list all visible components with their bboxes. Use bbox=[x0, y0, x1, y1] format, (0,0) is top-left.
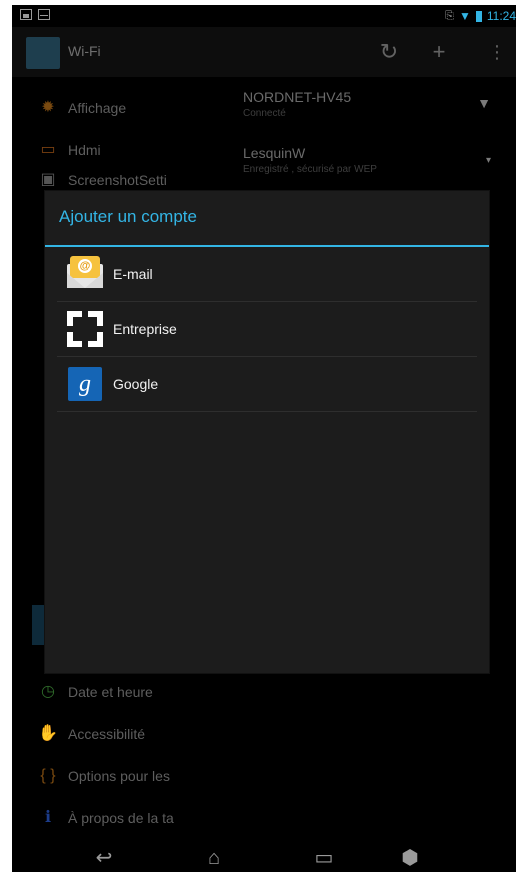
account-option-label: Google bbox=[113, 376, 159, 392]
enterprise-icon bbox=[67, 311, 103, 347]
google-icon: g bbox=[67, 366, 103, 402]
overflow-menu-icon[interactable]: ⋮ bbox=[482, 37, 512, 67]
wifi-network-item[interactable]: LesquinW Enregistré , sécurisé par WEP ▾ bbox=[243, 145, 503, 175]
recent-apps-button[interactable]: ▭ bbox=[304, 845, 344, 872]
mail-notification-icon bbox=[38, 9, 50, 20]
settings-item-date[interactable]: ◷ Date et heure bbox=[12, 671, 242, 713]
wifi-icon: ▼ bbox=[458, 9, 471, 23]
game-controller-button[interactable]: ⬢ bbox=[390, 845, 430, 872]
settings-item-developer[interactable]: { } Options pour les bbox=[12, 755, 242, 797]
account-option-google[interactable]: g Google bbox=[57, 357, 477, 412]
account-type-list: @ E-mail Entreprise g Google bbox=[57, 247, 477, 412]
hand-icon: ✋ bbox=[38, 725, 58, 742]
account-option-label: Entreprise bbox=[113, 321, 177, 337]
hdmi-icon: ▭ bbox=[40, 141, 56, 158]
settings-item-hdmi[interactable]: ▭ Hdmi bbox=[12, 129, 242, 171]
settings-item-about[interactable]: ℹ À propos de la ta bbox=[12, 797, 242, 839]
dialog-title: Ajouter un compte bbox=[59, 207, 197, 226]
android-screen: ⎘ ▼ 11:24 Wi-Fi ↻ + ⋮ ✹ Affichage ▭ Hdmi… bbox=[12, 5, 516, 872]
home-button[interactable]: ⌂ bbox=[194, 845, 234, 872]
back-button[interactable]: ↩ bbox=[84, 845, 124, 872]
system-status-icons: ⎘ ▼ 11:24 bbox=[445, 9, 516, 23]
wifi-network-item[interactable]: NORDNET-HV45 Connecté ▼ bbox=[243, 89, 503, 119]
wifi-signal-icon: ▼ bbox=[477, 95, 491, 111]
status-clock: 11:24 bbox=[486, 9, 516, 23]
email-icon: @ bbox=[67, 256, 103, 292]
action-bar: Wi-Fi ↻ + ⋮ bbox=[12, 27, 516, 77]
account-option-label: E-mail bbox=[113, 266, 153, 282]
image-notification-icon bbox=[20, 9, 32, 20]
developer-options-icon: { } bbox=[40, 767, 56, 784]
notification-icons bbox=[20, 9, 50, 20]
wifi-settings-app-icon[interactable] bbox=[26, 37, 60, 69]
wps-icon[interactable]: ↻ bbox=[374, 37, 404, 67]
settings-item-screenshot[interactable]: ▣ ScreenshotSetti bbox=[12, 171, 242, 189]
add-account-dialog: Ajouter un compte @ E-mail Entreprise g … bbox=[45, 191, 489, 673]
battery-icon bbox=[475, 10, 482, 22]
settings-item-accessibility[interactable]: ✋ Accessibilité bbox=[12, 713, 242, 755]
display-icon: ✹ bbox=[41, 99, 55, 116]
info-icon: ℹ bbox=[44, 809, 52, 826]
screenshot-icon: ▣ bbox=[40, 171, 56, 188]
settings-item-affichage[interactable]: ✹ Affichage bbox=[12, 87, 242, 129]
add-network-icon[interactable]: + bbox=[424, 37, 454, 67]
status-bar: ⎘ ▼ 11:24 bbox=[12, 5, 516, 27]
clock-icon: ◷ bbox=[41, 683, 55, 700]
wifi-signal-weak-icon: ▾ bbox=[485, 155, 491, 166]
account-option-enterprise[interactable]: Entreprise bbox=[57, 302, 477, 357]
account-option-email[interactable]: @ E-mail bbox=[57, 247, 477, 302]
navigation-bar: ↩ ⌂ ▭ ⬢ bbox=[12, 845, 516, 872]
bluetooth-icon: ⎘ bbox=[445, 9, 454, 22]
action-bar-title: Wi-Fi bbox=[68, 43, 101, 59]
selected-item-marker bbox=[32, 605, 44, 645]
